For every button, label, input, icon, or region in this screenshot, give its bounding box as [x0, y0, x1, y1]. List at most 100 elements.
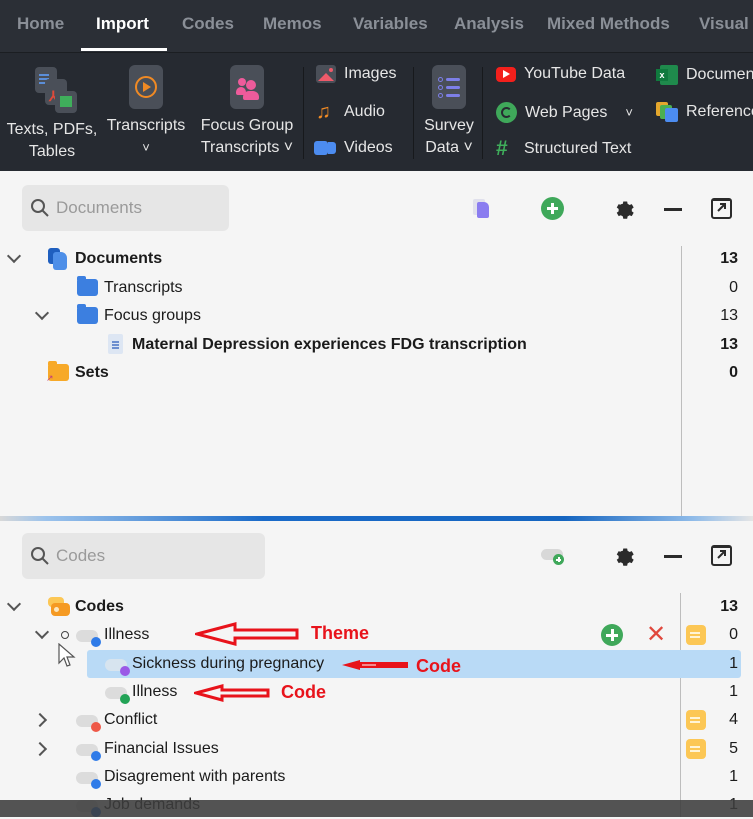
minimize-icon[interactable]	[664, 208, 682, 211]
tab-variables[interactable]: Variables	[353, 14, 428, 34]
tree-row-transcripts[interactable]: Transcripts 0	[0, 274, 753, 302]
documents-search[interactable]	[22, 185, 229, 231]
chevron-down-icon[interactable]	[6, 596, 22, 612]
annotation-code-label: Code	[416, 656, 461, 676]
code-icon	[105, 659, 130, 676]
code-icon	[76, 744, 101, 761]
ribbon-separator	[303, 67, 304, 159]
coded-segments-count: 1	[729, 683, 738, 700]
tree-row-documents[interactable]: Documents 13	[0, 245, 753, 273]
coded-segments-count: 0	[729, 364, 738, 381]
import-references-button[interactable]: References	[656, 102, 753, 122]
tree-row-code-financial-issues[interactable]: Financial Issues 5	[0, 735, 753, 763]
add-subcode-button[interactable]	[601, 624, 623, 646]
mouse-cursor-icon	[58, 643, 76, 667]
import-texts-pdfs-tables-button[interactable]: ⅄ Texts, PDFs, Tables	[4, 65, 100, 163]
tree-row-codes-root[interactable]: Codes 13	[0, 593, 753, 621]
codes-search[interactable]	[22, 533, 265, 579]
structured-text-label: Structured Text	[524, 140, 632, 157]
tree-row-code-conflict[interactable]: Conflict 4	[0, 706, 753, 734]
chevron-right-icon[interactable]	[32, 712, 48, 728]
focus-group-label-line1: Focus Group	[200, 117, 294, 134]
ribbon-separator	[413, 67, 414, 159]
import-structured-text-button[interactable]: # Structured Text	[496, 138, 632, 159]
music-note-icon: ♫	[316, 101, 331, 123]
import-web-pages-button[interactable]: Web Pages ˅	[496, 102, 633, 123]
memo-icon[interactable]	[686, 739, 706, 759]
import-audio-button[interactable]: ♫ Audio	[316, 102, 385, 122]
coded-segments-count: 13	[720, 307, 738, 324]
import-documents-excel-button[interactable]: x Documents	[656, 65, 753, 85]
tab-codes[interactable]: Codes	[182, 14, 234, 34]
tab-analysis[interactable]: Analysis	[454, 14, 524, 34]
tree-label: Transcripts	[104, 279, 183, 296]
memo-icon[interactable]	[686, 625, 706, 645]
active-tab-indicator	[81, 48, 167, 51]
tree-row-sets[interactable]: ↗ Sets 0	[0, 359, 753, 387]
tab-memos[interactable]: Memos	[263, 14, 322, 34]
texts-pdfs-label-line1: Texts, PDFs,	[6, 121, 98, 138]
import-survey-data-button[interactable]: Survey Data ˅	[418, 65, 480, 159]
import-images-button[interactable]: Images	[316, 65, 396, 83]
undock-window-icon[interactable]	[711, 545, 732, 566]
documents-root-icon	[48, 248, 68, 270]
tab-visual[interactable]: Visual	[699, 14, 749, 34]
tree-label: Illness	[132, 683, 178, 700]
text-document-icon	[108, 334, 123, 354]
tab-home[interactable]: Home	[17, 14, 64, 34]
tab-mixed-methods[interactable]: Mixed Methods	[547, 14, 670, 34]
documents-stack-icon: ⅄	[27, 65, 77, 113]
annotation-arrow-icon	[342, 660, 408, 670]
coded-segments-count: 4	[729, 711, 738, 728]
survey-label-line2: Data ˅	[425, 139, 473, 156]
search-icon	[31, 199, 49, 217]
minimize-icon[interactable]	[664, 555, 682, 558]
import-youtube-data-button[interactable]: YouTube Data	[496, 65, 625, 83]
tree-row-code-disagrement-with-parents[interactable]: Disagrement with parents 1	[0, 763, 753, 791]
add-document-button[interactable]	[541, 197, 564, 220]
folder-icon	[77, 304, 98, 324]
code-icon	[76, 715, 101, 732]
ribbon-separator	[482, 67, 483, 159]
import-videos-button[interactable]: Videos	[314, 139, 393, 157]
gear-icon[interactable]	[613, 198, 635, 220]
tree-row-document[interactable]: Maternal Depression experiences FDG tran…	[0, 331, 753, 359]
import-transcripts-button[interactable]: Transcripts ˅	[104, 65, 188, 159]
radio-circle-icon[interactable]	[61, 631, 69, 639]
tree-row-code-illness[interactable]: Illness 1	[0, 678, 753, 706]
coded-segments-count: 5	[729, 740, 738, 757]
web-pages-label: Web Pages	[525, 103, 608, 121]
memo-icon[interactable]	[686, 710, 706, 730]
survey-label-line1: Survey	[424, 117, 474, 134]
tree-row-code-illness-theme[interactable]: Illness ✕ 0	[0, 621, 753, 649]
focus-group-label-line2: Transcripts ˅	[200, 139, 294, 156]
references-label: References	[686, 103, 753, 120]
chevron-right-icon[interactable]	[32, 741, 48, 757]
new-code-icon[interactable]	[541, 547, 565, 565]
annotation-arrow-icon	[194, 684, 270, 702]
import-ribbon: ⅄ Texts, PDFs, Tables Transcripts ˅ Focu…	[0, 52, 753, 171]
folder-icon	[77, 276, 98, 296]
tree-row-focus-groups[interactable]: Focus groups 13	[0, 302, 753, 330]
documents-import-label: Documents	[686, 66, 753, 83]
codes-search-input[interactable]	[56, 546, 216, 566]
undock-window-icon[interactable]	[711, 198, 732, 219]
survey-list-icon	[432, 65, 466, 109]
annotation-arrow-icon	[195, 622, 299, 646]
chevron-down-icon[interactable]: ˅	[625, 105, 633, 120]
tree-label: Maternal Depression experiences FDG tran…	[132, 336, 527, 353]
chevron-down-icon[interactable]	[34, 624, 50, 640]
transcripts-label: Transcripts	[106, 117, 186, 134]
documents-search-input[interactable]	[56, 198, 216, 218]
delete-code-button[interactable]: ✕	[646, 623, 666, 647]
import-focus-group-button[interactable]: Focus Group Transcripts ˅	[196, 65, 298, 159]
tree-label: Sets	[75, 364, 109, 381]
tree-label: Documents	[75, 250, 163, 267]
chevron-down-icon[interactable]	[6, 248, 22, 264]
new-document-icon[interactable]	[473, 199, 489, 219]
menu-tab-bar: Home Import Codes Memos Variables Analys…	[0, 0, 753, 52]
tab-import[interactable]: Import	[96, 14, 149, 34]
gear-icon[interactable]	[613, 545, 635, 567]
chevron-down-icon[interactable]	[34, 305, 50, 321]
coded-segments-count: 0	[729, 626, 738, 643]
